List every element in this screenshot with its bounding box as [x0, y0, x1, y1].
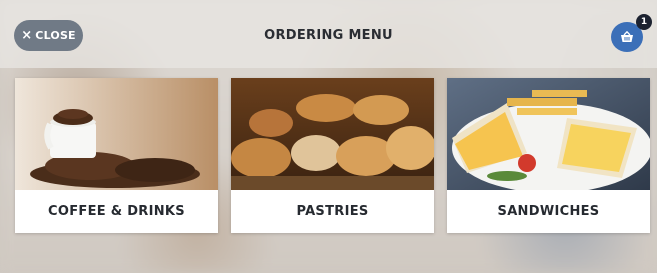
basket-icon	[621, 31, 633, 42]
close-button[interactable]: × CLOSE	[14, 20, 83, 51]
coffee-cup-with-beans-photo	[15, 78, 218, 190]
category-label: SANDWICHES	[497, 204, 600, 219]
pastries-assortment-photo	[231, 78, 434, 190]
header-bar: × CLOSE ORDERING MENU 1	[0, 0, 657, 68]
category-label: COFFEE & DRINKS	[48, 204, 185, 219]
category-label: PASTRIES	[296, 204, 369, 219]
close-icon: ×	[21, 28, 33, 43]
sandwiches-plate-photo	[447, 78, 650, 190]
page-title: ORDERING MENU	[264, 28, 393, 43]
category-card-pastries[interactable]: PASTRIES	[231, 78, 434, 233]
cart-count-badge: 1	[636, 14, 652, 30]
category-card-sandwiches[interactable]: SANDWICHES	[447, 78, 650, 233]
close-label: CLOSE	[35, 29, 76, 42]
category-card-coffee-drinks[interactable]: COFFEE & DRINKS	[15, 78, 218, 233]
